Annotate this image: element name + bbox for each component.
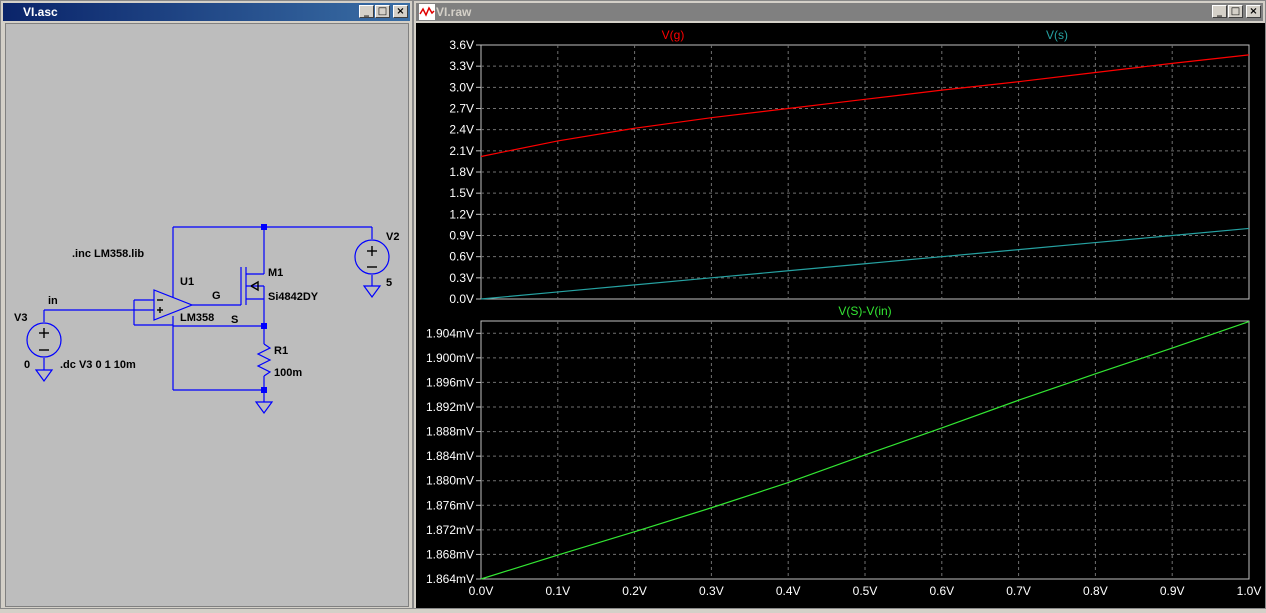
y-tick-label: 1.888mV [426, 425, 474, 439]
x-tick-label: 0.3V [699, 584, 724, 598]
y-tick-label: 0.0V [449, 292, 474, 306]
x-tick-label: 0.2V [622, 584, 647, 598]
y-tick-label: 3.3V [449, 59, 474, 73]
plot-titlebar[interactable]: VI.raw _ □ × [416, 3, 1263, 21]
v2-source-icon [354, 239, 390, 275]
v2-value: 5 [386, 277, 392, 289]
schematic-titlebar[interactable]: VI.asc _ □ × [3, 3, 410, 21]
x-tick-label: 0.0V [469, 584, 494, 598]
plot-window[interactable]: VI.raw _ □ × 0.0V 0.3V 0.6V 0.9V 1.2V 1.5V 1.8… [413, 0, 1266, 609]
y-tick-label: 3.0V [449, 80, 474, 94]
m1-label: M1 [268, 267, 283, 279]
x-tick-label: 0.8V [1083, 584, 1108, 598]
net-label-g: G [212, 290, 221, 302]
close-button[interactable]: × [393, 5, 408, 18]
waveform-plot[interactable]: 0.0V 0.3V 0.6V 0.9V 1.2V 1.5V 1.8V 2.1V 2.4V 2.7V… [416, 23, 1265, 608]
y-tick-label: 1.868mV [426, 547, 474, 561]
schematic-title: VI.asc [23, 5, 58, 19]
junction [261, 387, 267, 393]
v3-value: 0 [24, 359, 30, 371]
maximize-button[interactable]: □ [375, 5, 390, 18]
plot-area[interactable]: 0.0V 0.3V 0.6V 0.9V 1.2V 1.5V 1.8V 2.1V 2.4V 2.7V… [416, 23, 1265, 608]
schematic-canvas[interactable]: .inc LM358.lib U1 LM358 in V3 0 .dc V3 0… [5, 23, 409, 607]
y-tick-label: 2.1V [449, 144, 474, 158]
y-tick-label: 1.900mV [426, 351, 474, 365]
dc-directive: .dc V3 0 1 10m [60, 359, 136, 371]
schematic-svg: .inc LM358.lib U1 LM358 in V3 0 .dc V3 0… [14, 224, 399, 415]
close-button[interactable]: × [1246, 5, 1261, 18]
r1-label: R1 [274, 345, 288, 357]
waveform-icon [419, 4, 435, 20]
junction [261, 323, 267, 329]
y-tick-label: 2.4V [449, 123, 474, 137]
maximize-button[interactable]: □ [1228, 5, 1243, 18]
legend-label[interactable]: V(s) [1046, 28, 1068, 42]
x-tick-label: 0.9V [1160, 584, 1185, 598]
pane-voltages[interactable]: 0.0V 0.3V 0.6V 0.9V 1.2V 1.5V 1.8V 2.1V 2.4V 2.7V… [449, 28, 1250, 306]
x-tick-label: 0.5V [853, 584, 878, 598]
legend-label[interactable]: V(S)-V(in) [838, 304, 891, 318]
x-tick-label: 1.0V [1237, 584, 1262, 598]
schematic-window[interactable]: VI.asc _ □ × .inc LM358.lib U1 LM358 in … [0, 0, 413, 609]
y-tick-label: 1.892mV [426, 400, 474, 414]
v2-label: V2 [386, 231, 399, 243]
legend-label[interactable]: V(g) [662, 28, 685, 42]
x-tick-label: 0.6V [929, 584, 954, 598]
r1-value: 100m [274, 367, 302, 379]
y-tick-label: 3.6V [449, 38, 474, 52]
plot-title: VI.raw [436, 5, 472, 19]
minimize-button[interactable]: _ [359, 5, 374, 18]
net-label-in: in [48, 295, 58, 307]
ground-icon [34, 369, 54, 383]
resistor-icon [256, 343, 272, 377]
m1-model: Si4842DY [268, 291, 319, 303]
y-tick-label: 0.9V [449, 229, 474, 243]
net-label-s: S [231, 314, 238, 326]
y-tick-label: 1.904mV [426, 326, 474, 340]
y-tick-label: 1.864mV [426, 572, 474, 586]
u1-model: LM358 [180, 312, 214, 324]
y-tick-label: 1.880mV [426, 474, 474, 488]
y-tick-label: 1.8V [449, 165, 474, 179]
x-tick-label: 0.1V [545, 584, 570, 598]
minimize-button[interactable]: _ [1212, 5, 1227, 18]
y-tick-label: 1.872mV [426, 523, 474, 537]
y-tick-label: 1.5V [449, 186, 474, 200]
trace-v-s-v-in-[interactable] [480, 321, 1250, 580]
y-tick-label: 1.876mV [426, 498, 474, 512]
x-tick-label: 0.4V [776, 584, 801, 598]
pane-difference[interactable]: 0.0V 0.1V 0.2V 0.3V 0.4V 0.5V 0.6V 0.7V 0.8V 0.9V… [426, 304, 1261, 598]
y-tick-label: 0.6V [449, 250, 474, 264]
y-tick-label: 0.3V [449, 271, 474, 285]
inc-directive: .inc LM358.lib [72, 248, 144, 260]
u1-label: U1 [180, 276, 194, 288]
x-tick-label: 0.7V [1006, 584, 1031, 598]
junction [261, 224, 267, 230]
y-tick-label: 1.884mV [426, 449, 474, 463]
v3-label: V3 [14, 312, 27, 324]
ground-icon [362, 285, 382, 299]
ground-icon [254, 401, 274, 415]
y-tick-label: 1.896mV [426, 375, 474, 389]
y-tick-label: 1.2V [449, 207, 474, 221]
y-tick-label: 2.7V [449, 102, 474, 116]
